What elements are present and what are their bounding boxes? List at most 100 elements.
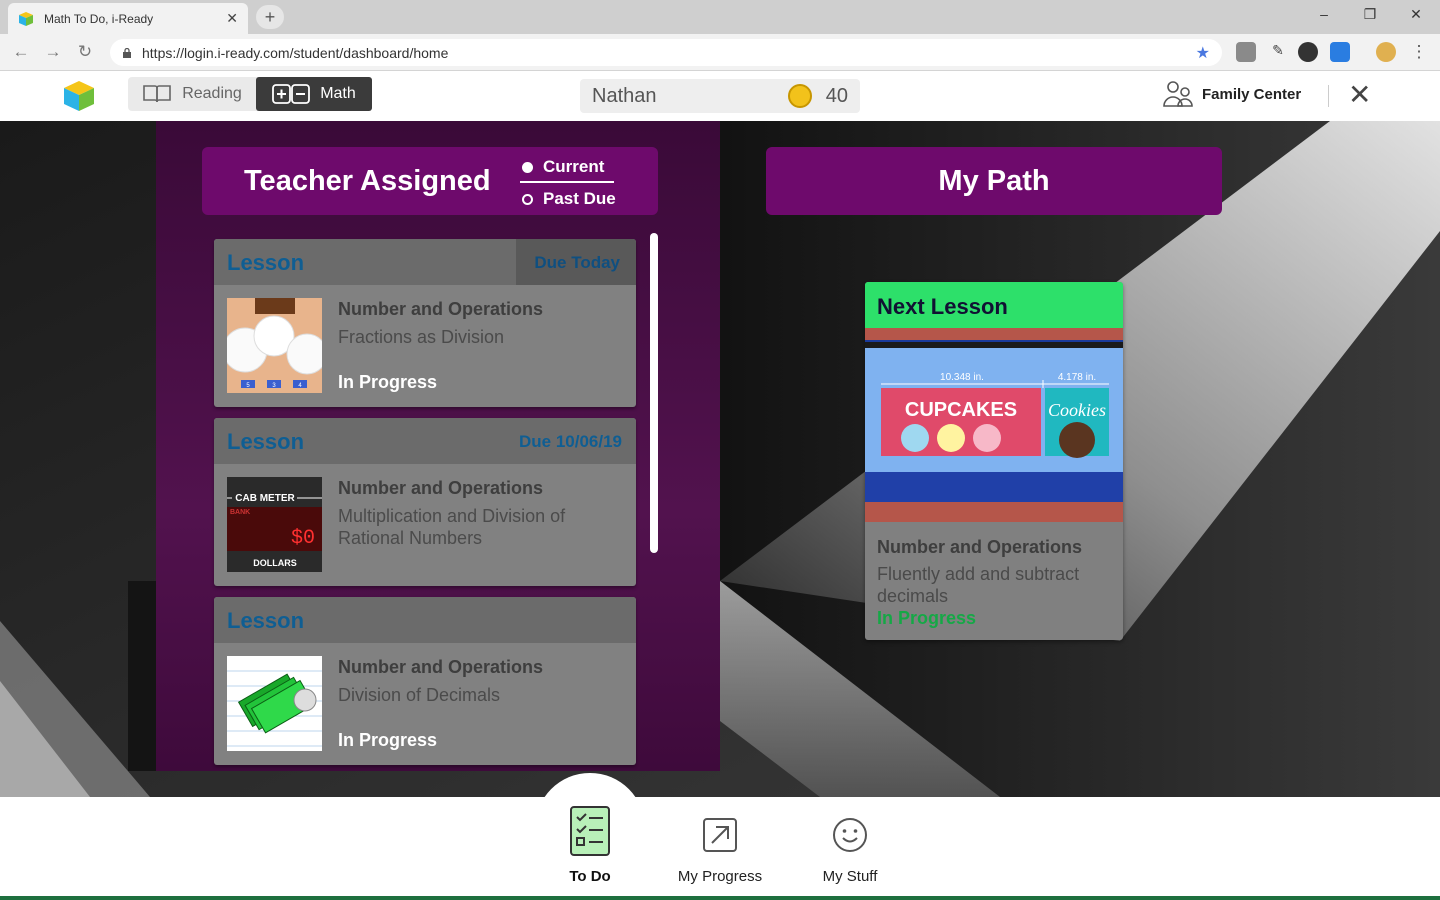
menu-kebab-icon[interactable]: ⋮ bbox=[1408, 42, 1430, 62]
cookies-sign: Cookies bbox=[1048, 400, 1106, 420]
iready-favicon-icon bbox=[19, 11, 33, 26]
lesson-card[interactable]: Lesson Number and Operations Division of… bbox=[214, 597, 636, 765]
back-icon[interactable]: ← bbox=[10, 42, 32, 62]
lesson-topic: Fractions as Division bbox=[338, 327, 505, 347]
progress-arrow-icon bbox=[703, 818, 737, 852]
minimize-icon[interactable]: – bbox=[1314, 6, 1334, 22]
penguin-extension-icon[interactable] bbox=[1298, 42, 1318, 62]
lesson-card-header: Lesson bbox=[214, 597, 636, 643]
family-icon bbox=[1163, 81, 1193, 107]
browser-tab[interactable]: Math To Do, i-Ready ✕ bbox=[8, 3, 248, 34]
filter-past-due-label: Past Due bbox=[543, 189, 616, 208]
lesson-domain: Number and Operations bbox=[338, 478, 544, 498]
bottom-accent-line bbox=[0, 896, 1440, 900]
window-close-icon[interactable]: ✕ bbox=[1406, 6, 1426, 23]
coin-icon bbox=[787, 84, 812, 108]
filter-past-due[interactable]: Past Due bbox=[522, 189, 616, 209]
iready-logo-icon[interactable] bbox=[62, 79, 96, 113]
next-lesson-domain: Number and Operations bbox=[877, 537, 1083, 557]
nav-to-do[interactable]: To Do bbox=[525, 797, 655, 900]
my-path-title: My Path bbox=[938, 165, 1050, 197]
tab-close-icon[interactable]: ✕ bbox=[226, 10, 238, 27]
student-info: Nathan 40 bbox=[580, 79, 860, 113]
book-icon bbox=[143, 85, 171, 103]
dashboard-main: Teacher Assigned Current Past Due My Pat… bbox=[0, 121, 1440, 797]
cab-meter-title: CAB METER bbox=[235, 493, 295, 504]
tab-title: Math To Do, i-Ready bbox=[44, 11, 154, 26]
browser-tab-bar: Math To Do, i-Ready ✕ + – ❐ ✕ bbox=[0, 0, 1440, 34]
coin-count: 40 bbox=[825, 84, 848, 107]
lesson-list-scrollbar[interactable] bbox=[650, 233, 658, 553]
lesson-due: Due Today bbox=[534, 253, 620, 272]
subject-reading-label: Reading bbox=[182, 85, 242, 102]
cab-meter-small: BANK bbox=[230, 509, 250, 516]
lesson-topic: Multiplication and Division of Rational … bbox=[338, 506, 566, 548]
teacher-assigned-title: Teacher Assigned bbox=[244, 165, 491, 197]
app-header: Reading Math Nathan 40 Family Center ✕ bbox=[0, 71, 1440, 121]
next-lesson-topic: Fluently add and subtract decimals bbox=[877, 564, 1080, 606]
nav-my-progress[interactable]: My Progress bbox=[655, 797, 785, 900]
lesson-status: In Progress bbox=[338, 372, 438, 392]
plus-minus-icon bbox=[272, 84, 311, 104]
cupcakes-sign: CUPCAKES bbox=[905, 399, 1017, 421]
reload-icon[interactable]: ↻ bbox=[74, 42, 96, 62]
student-name: Nathan bbox=[592, 84, 657, 107]
lesson-card-header: Lesson Due 10/06/19 bbox=[214, 418, 636, 464]
close-app-icon[interactable]: ✕ bbox=[1348, 81, 1371, 109]
extension-icon[interactable] bbox=[1236, 42, 1256, 62]
browser-toolbar: ← → ↻ https://login.i-ready.com/student/… bbox=[0, 34, 1440, 71]
filter-current[interactable]: Current bbox=[522, 157, 604, 177]
profile-avatar-icon[interactable] bbox=[1376, 42, 1396, 62]
lesson-domain: Number and Operations bbox=[338, 299, 544, 319]
maximize-icon[interactable]: ❐ bbox=[1360, 6, 1380, 23]
url-text: https://login.i-ready.com/student/dashbo… bbox=[142, 44, 449, 61]
radio-selected-icon bbox=[522, 161, 533, 173]
nav-my-stuff[interactable]: My Stuff bbox=[785, 797, 915, 900]
subject-reading-button[interactable]: Reading bbox=[128, 77, 256, 111]
header-divider bbox=[1328, 85, 1329, 107]
cab-meter-unit: DOLLARS bbox=[253, 558, 297, 568]
measure-label: 10.348 in. bbox=[940, 372, 984, 383]
radio-unselected-icon bbox=[522, 193, 533, 205]
cab-meter-icon: CAB METER BANK $0 DOLLARS bbox=[227, 477, 322, 572]
lesson-type: Lesson bbox=[227, 250, 305, 275]
next-lesson-status: In Progress bbox=[877, 608, 977, 628]
nav-my-stuff-label: My Stuff bbox=[822, 868, 878, 885]
lesson-card[interactable]: Lesson Due Today 5 3 4 Number and Operat… bbox=[214, 239, 636, 407]
plates-icon: 5 3 4 bbox=[227, 298, 322, 393]
lesson-card[interactable]: Lesson Due 10/06/19 CAB METER BANK $0 DO… bbox=[214, 418, 636, 586]
subject-math-label: Math bbox=[320, 85, 356, 102]
lesson-domain: Number and Operations bbox=[338, 657, 544, 677]
new-tab-button[interactable]: + bbox=[256, 5, 284, 29]
measure-label: 4.178 in. bbox=[1058, 372, 1096, 383]
smiley-icon bbox=[833, 818, 867, 852]
next-lesson-header: Next Lesson bbox=[865, 282, 1123, 328]
download-extension-icon[interactable] bbox=[1330, 42, 1350, 62]
money-icon bbox=[227, 656, 322, 751]
next-lesson-card[interactable]: Next Lesson 10.348 in. 4.178 in. CUPCAKE… bbox=[865, 282, 1123, 640]
cab-meter-amount: $0 bbox=[291, 527, 315, 550]
bottom-nav: To Do My Progress My Stuff bbox=[0, 797, 1440, 900]
family-center-button[interactable]: Family Center bbox=[1162, 79, 1301, 109]
address-bar[interactable]: https://login.i-ready.com/student/dashbo… bbox=[110, 39, 1222, 66]
forward-icon[interactable]: → bbox=[42, 42, 64, 62]
my-path-banner: My Path bbox=[766, 147, 1222, 215]
pen-extension-icon[interactable]: ✎ bbox=[1268, 42, 1288, 62]
filter-current-underline bbox=[520, 181, 614, 183]
bookmark-star-icon[interactable]: ★ bbox=[1196, 43, 1210, 63]
subject-toggle: Reading Math bbox=[128, 77, 372, 111]
lesson-type: Lesson bbox=[227, 429, 305, 454]
lesson-due: Due 10/06/19 bbox=[518, 432, 622, 451]
lesson-status: In Progress bbox=[338, 730, 438, 750]
nav-my-progress-label: My Progress bbox=[677, 868, 763, 885]
cupcake-shop-image: 10.348 in. 4.178 in. CUPCAKES Cookies bbox=[865, 328, 1123, 522]
next-lesson-title: Next Lesson bbox=[877, 294, 1008, 319]
due-badge: Due Today bbox=[516, 239, 636, 285]
lock-icon bbox=[123, 47, 131, 58]
filter-current-label: Current bbox=[543, 157, 605, 176]
lesson-card-header: Lesson Due Today bbox=[214, 239, 636, 285]
subject-math-button[interactable]: Math bbox=[256, 77, 372, 111]
family-center-label: Family Center bbox=[1202, 85, 1302, 103]
teacher-assigned-banner: Teacher Assigned Current Past Due bbox=[202, 147, 658, 215]
checklist-icon bbox=[570, 806, 610, 856]
